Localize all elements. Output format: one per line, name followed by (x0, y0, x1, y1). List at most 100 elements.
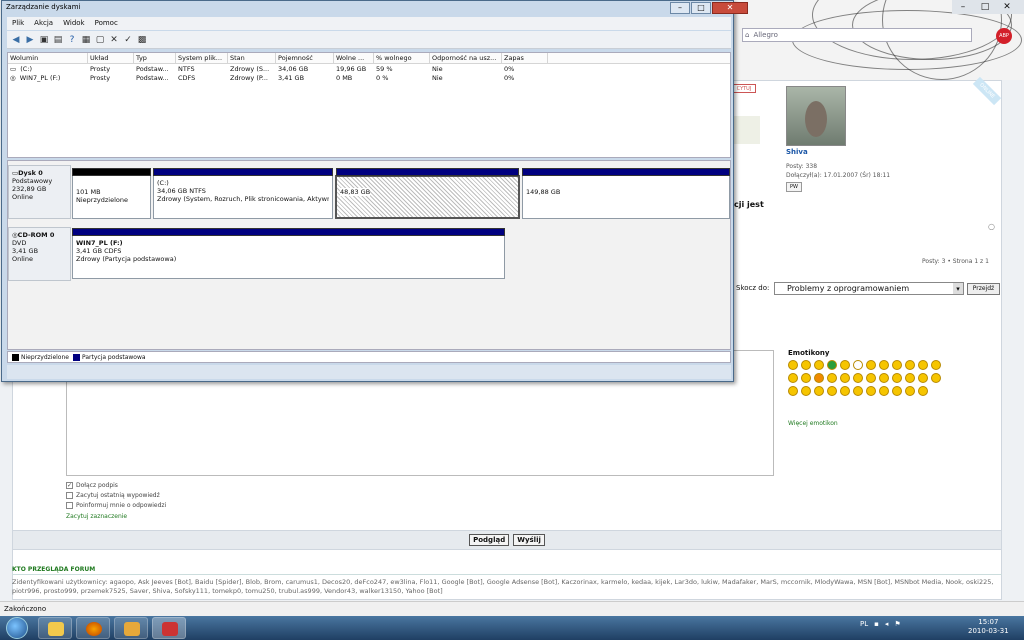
back-icon[interactable]: ◀ (11, 35, 21, 45)
check-icon[interactable]: ✓ (123, 35, 133, 45)
menu-pomoc[interactable]: Pomoc (95, 17, 118, 30)
author-name[interactable]: Shiva (786, 148, 808, 156)
top-icon[interactable]: ○ (988, 222, 995, 231)
smiley-icon[interactable] (853, 373, 863, 383)
smiley-icon[interactable] (905, 360, 915, 370)
maximize-button[interactable]: □ (691, 2, 711, 14)
smiley-icon[interactable] (892, 386, 902, 396)
clock[interactable]: 15:07 2010-03-31 (968, 618, 1009, 636)
partition-f[interactable]: WIN7_PL (F:) 3,41 GB CDFS Zdrowy (Partyc… (72, 228, 505, 279)
smiley-icon[interactable] (879, 360, 889, 370)
smiley-icon[interactable] (827, 386, 837, 396)
smiley-icon[interactable] (892, 360, 902, 370)
firefox-taskbar-button[interactable] (76, 617, 110, 639)
disk-management-taskbar-button[interactable] (152, 617, 186, 639)
smiley-icon[interactable] (814, 360, 824, 370)
col-stan[interactable]: Stan (228, 53, 276, 63)
smiley-icon[interactable] (801, 360, 811, 370)
smiley-icon[interactable] (866, 386, 876, 396)
col-zapas[interactable]: Zapas (502, 53, 548, 63)
disk0-info[interactable]: ▭Dysk 0 Podstawowy 232,89 GB Online (8, 165, 71, 219)
partition-unallocated[interactable]: 101 MB Nieprzydzielone (72, 168, 151, 219)
cdrom0-info[interactable]: ◎CD-ROM 0 DVD 3,41 GB Online (8, 227, 71, 281)
smiley-icon[interactable] (853, 360, 863, 370)
smiley-icon[interactable] (918, 360, 928, 370)
browser-minimize-button[interactable]: – (952, 0, 974, 14)
smiley-icon[interactable] (840, 373, 850, 383)
smiley-icon[interactable] (840, 360, 850, 370)
smiley-icon[interactable] (879, 386, 889, 396)
menu-plik[interactable]: Plik (12, 17, 24, 30)
forward-icon[interactable]: ▶ (25, 35, 35, 45)
smiley-icon[interactable] (866, 373, 876, 383)
col-wolne[interactable]: Wolne ... (334, 53, 374, 63)
menu-akcja[interactable]: Akcja (34, 17, 53, 30)
help-icon[interactable]: ? (67, 35, 77, 45)
smiley-icon[interactable] (931, 360, 941, 370)
view-icon[interactable]: ▦ (81, 35, 91, 45)
smiley-icon[interactable] (801, 386, 811, 396)
col-system[interactable]: System plik... (176, 53, 228, 63)
smiley-icon[interactable] (814, 373, 824, 383)
network-icon[interactable]: ▪ (874, 620, 879, 628)
language-indicator[interactable]: PL (860, 620, 868, 628)
pm-button[interactable]: PW (786, 182, 802, 192)
smiley-icon[interactable] (918, 373, 928, 383)
smiley-icon[interactable] (827, 360, 837, 370)
delete-icon[interactable]: ✕ (109, 35, 119, 45)
minimize-button[interactable]: – (670, 2, 690, 14)
partition-c[interactable]: (C:) 34,06 GB NTFS Zdrowy (System, Rozru… (153, 168, 333, 219)
more-emoticons-link[interactable]: Więcej emotikon (788, 420, 838, 427)
attach-signature-option[interactable]: ✓ Dołącz podpis (66, 480, 166, 490)
quote-button[interactable]: CYTUJ (732, 84, 756, 93)
explorer-taskbar-button[interactable] (38, 617, 72, 639)
col-uklad[interactable]: Układ (88, 53, 134, 63)
address-bar[interactable]: ⌂ Allegro (742, 28, 972, 42)
smiley-icon[interactable] (801, 373, 811, 383)
quote-last-option[interactable]: Zacytuj ostatnią wypowiedź (66, 490, 166, 500)
go-button[interactable]: Przejdź (967, 283, 1000, 295)
checkbox[interactable] (66, 501, 73, 509)
col-pojemnosc[interactable]: Pojemność (276, 53, 334, 63)
preview-button[interactable]: Podgląd (469, 534, 510, 546)
table-row[interactable]: ▭ (C:) Prosty Podstaw... NTFS Zdrowy (S.… (8, 65, 730, 74)
checkbox[interactable] (66, 491, 73, 499)
flag-icon[interactable]: ⚑ (894, 620, 900, 628)
smiley-icon[interactable] (931, 373, 941, 383)
notify-option[interactable]: Poinformuj mnie o odpowiedzi (66, 500, 166, 510)
jump-select[interactable]: Problemy z oprogramowaniem (774, 282, 964, 295)
settings-icon[interactable]: ▩ (137, 35, 147, 45)
properties-icon[interactable]: ▤ (53, 35, 63, 45)
volume-icon[interactable]: ◂ (885, 620, 889, 628)
smiley-icon[interactable] (827, 373, 837, 383)
app-taskbar-button[interactable] (114, 617, 148, 639)
smiley-icon[interactable] (905, 386, 915, 396)
smiley-icon[interactable] (788, 373, 798, 383)
col-procent[interactable]: % wolnego (374, 53, 430, 63)
smiley-icon[interactable] (840, 386, 850, 396)
checkbox-checked[interactable]: ✓ (66, 481, 73, 489)
smiley-icon[interactable] (853, 386, 863, 396)
send-button[interactable]: Wyślij (513, 534, 545, 546)
smiley-icon[interactable] (866, 360, 876, 370)
smiley-icon[interactable] (788, 360, 798, 370)
col-odpornosc[interactable]: Odporność na usz... (430, 53, 502, 63)
menu-widok[interactable]: Widok (63, 17, 85, 30)
up-icon[interactable]: ▣ (39, 35, 49, 45)
table-row[interactable]: ◎ WIN7_PL (F:) Prosty Podstaw... CDFS Zd… (8, 74, 730, 83)
smiley-icon[interactable] (905, 373, 915, 383)
close-button[interactable]: ✕ (712, 2, 748, 14)
smiley-icon[interactable] (814, 386, 824, 396)
smiley-icon[interactable] (788, 386, 798, 396)
smiley-icon[interactable] (879, 373, 889, 383)
col-wolumin[interactable]: Wolumin (8, 53, 88, 63)
start-button[interactable] (6, 617, 28, 639)
smiley-icon[interactable] (918, 386, 928, 396)
browser-maximize-button[interactable]: □ (974, 0, 996, 14)
adblock-icon[interactable]: ABP (996, 28, 1012, 44)
browser-close-button[interactable]: ✕ (996, 0, 1018, 14)
quote-selection-link[interactable]: Zacytuj zaznaczenie (66, 513, 127, 520)
partition-selected[interactable]: 48,83 GB (335, 168, 520, 219)
partition-d[interactable]: 149,88 GB (522, 168, 730, 219)
smiley-icon[interactable] (892, 373, 902, 383)
